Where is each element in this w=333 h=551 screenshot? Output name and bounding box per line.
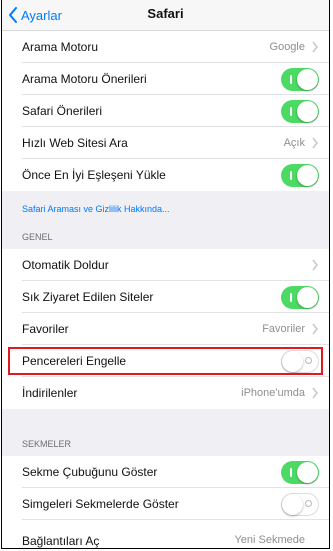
row-label: Favoriler [22,322,69,336]
show-icons-in-tabs-toggle[interactable] [281,492,319,516]
toggle-knob [297,286,318,308]
row-downloads[interactable]: İndirilenler iPhone'umda [2,377,329,409]
row-label: Arama Motoru [22,40,99,54]
toggle-knob [282,493,303,515]
toggle-knob [297,461,318,483]
chevron-right-icon [312,137,318,149]
toggle-knob [297,100,318,122]
chevron-right-icon [312,387,318,399]
row-search-suggestions: Arama Motoru Önerileri [2,63,329,95]
frequent-sites-toggle[interactable] [281,285,319,309]
toggle-on-mark [290,467,292,477]
settings-screen: Ayarlar Safari Arama Motoru Google Arama… [1,0,330,549]
row-label: Arama Motoru Önerileri [22,72,147,86]
row-show-tab-bar: Sekme Çubuğunu Göster [2,456,329,488]
row-value: iPhone'umda [241,387,305,399]
chevron-right-icon [312,323,318,335]
toggle-knob [297,164,318,186]
row-safari-suggestions: Safari Önerileri [2,95,329,127]
chevron-right-icon [312,41,318,53]
privacy-link[interactable]: Safari Araması ve Gizlilik Hakkında... [22,204,170,214]
row-value: Açık [283,137,305,149]
section-header-general: GENEL [22,232,53,242]
preload-top-hit-toggle[interactable] [281,163,319,187]
row-autofill[interactable]: Otomatik Doldur [2,249,329,281]
row-search-engine[interactable]: Arama Motoru Google [2,31,329,63]
page-title: Safari [147,6,184,21]
row-label: Otomatik Doldur [22,258,109,272]
toggle-on-mark [290,170,292,180]
safari-suggestions-toggle[interactable] [281,99,319,123]
row-label: Sık Ziyaret Edilen Siteler [22,290,154,304]
privacy-link-row: Safari Araması ve Gizlilik Hakkında... [2,198,329,220]
row-open-links[interactable]: Bağlantıları Aç Yeni Sekmede [2,520,329,548]
row-favorites[interactable]: Favoriler Favoriler [2,313,329,345]
row-show-icons-in-tabs: Simgeleri Sekmelerde Göster [2,488,329,520]
toggle-on-mark [290,106,292,116]
show-tab-bar-toggle[interactable] [281,460,319,484]
block-popups-toggle[interactable] [281,349,319,373]
navigation-bar: Ayarlar Safari [2,0,329,31]
toggle-on-mark [290,292,292,302]
row-value: Yeni Sekmede [234,534,305,546]
toggle-off-mark [305,356,312,364]
chevron-right-icon [312,259,318,271]
row-frequent-sites: Sık Ziyaret Edilen Siteler [2,281,329,313]
row-label: Pencereleri Engelle [22,354,127,368]
toggle-knob [282,350,303,372]
row-value: Google [269,41,305,53]
toggle-on-mark [290,74,292,84]
row-block-popups: Pencereleri Engelle [2,345,329,377]
row-label: Bağlantıları Aç [22,534,100,548]
row-label: Hızlı Web Sitesi Ara [22,136,128,150]
row-preload-top-hit: Önce En İyi Eşleşeni Yükle [2,159,329,191]
row-label: Önce En İyi Eşleşeni Yükle [22,168,166,182]
search-suggestions-toggle[interactable] [281,67,319,91]
toggle-knob [297,68,318,90]
toggle-off-mark [305,499,312,507]
row-label: İndirilenler [22,386,78,400]
section-header-tabs: SEKMELER [22,439,72,449]
row-label: Simgeleri Sekmelerde Göster [22,497,179,511]
row-label: Sekme Çubuğunu Göster [22,465,158,479]
row-quick-search[interactable]: Hızlı Web Sitesi Ara Açık [2,127,329,159]
row-label: Safari Önerileri [22,104,103,118]
row-value: Favoriler [262,323,305,335]
